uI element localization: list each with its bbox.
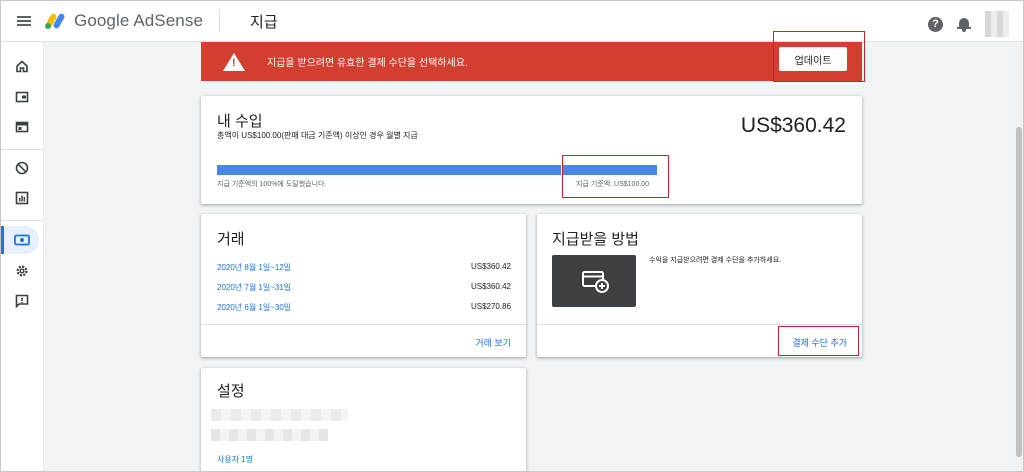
nav-rail <box>1 42 44 471</box>
add-card-illustration <box>552 255 636 307</box>
sites-icon[interactable] <box>14 119 30 135</box>
users-link[interactable]: 사용자 1명 <box>217 454 253 465</box>
earnings-card: 내 수입 총액이 US$100.00(판매 대금 기준액) 이상인 경우 월별 … <box>201 96 862 204</box>
scrollbar-thumb[interactable] <box>1016 127 1022 457</box>
account-avatar[interactable] <box>985 11 1009 37</box>
highlight-box <box>773 31 865 82</box>
adsense-logo-icon <box>44 12 67 30</box>
transaction-period-link[interactable]: 2020년 8월 1일~12일 <box>217 262 291 273</box>
payments-icon[interactable] <box>14 232 30 248</box>
payment-method-title: 지급받을 방법 <box>552 231 639 248</box>
help-icon[interactable]: ? <box>928 16 943 32</box>
warning-icon: ! <box>223 52 245 71</box>
alert-message: 지급을 받으려면 유효한 결제 수단을 선택하세요. <box>267 58 468 69</box>
transaction-amount: US$270.86 <box>470 302 511 311</box>
hamburger-menu-icon[interactable] <box>17 16 31 26</box>
payment-alert-banner: ! 지급을 받으려면 유효한 결제 수단을 선택하세요. <box>201 42 862 81</box>
settings-card: 설정 사용자 1명 <box>201 368 526 471</box>
transaction-amount: US$360.42 <box>470 282 511 291</box>
redacted-info <box>211 429 328 441</box>
table-row: 2020년 7월 1일~31일 US$360.42 <box>217 282 511 293</box>
page-title: 지급 <box>250 13 278 31</box>
table-row: 2020년 6월 1일~30일 US$270.86 <box>217 302 511 313</box>
rail-active-indicator <box>1 226 4 254</box>
page-scrollbar[interactable] <box>1015 42 1023 471</box>
payment-method-description: 수익을 지급받으려면 결제 수단을 추가하세요. <box>649 257 782 264</box>
feedback-icon[interactable] <box>14 293 30 309</box>
rail-divider <box>1 149 43 150</box>
header-actions: ? <box>928 11 1009 37</box>
card-divider <box>201 324 526 325</box>
transaction-period-link[interactable]: 2020년 7월 1일~31일 <box>217 282 291 293</box>
header-divider <box>219 9 221 33</box>
notifications-bell-icon[interactable] <box>957 17 971 32</box>
add-card-icon <box>582 271 609 293</box>
brand-name[interactable]: Google AdSense <box>74 11 203 31</box>
block-controls-icon[interactable] <box>14 160 30 176</box>
app-window: Google AdSense 지급 ? ! 지급을 받으려면 유효한 결제 수단… <box>0 0 1024 472</box>
reports-icon[interactable] <box>14 190 30 206</box>
threshold-description: 총액이 US$100.00(판매 대금 기준액) 이상인 경우 월별 지급 <box>217 131 418 140</box>
rail-divider <box>1 220 43 221</box>
highlight-box <box>562 155 669 198</box>
progress-caption: 지급 기준액의 100%에 도달했습니다. <box>217 181 327 188</box>
transaction-period-link[interactable]: 2020년 6월 1일~30일 <box>217 302 291 313</box>
highlight-box <box>778 326 859 356</box>
view-transactions-link[interactable]: 거래 보기 <box>475 336 511 349</box>
transaction-amount: US$360.42 <box>470 262 511 271</box>
settings-title: 설정 <box>217 383 245 400</box>
card-divider <box>537 324 862 325</box>
table-row: 2020년 8월 1일~12일 US$360.42 <box>217 262 511 273</box>
ads-icon[interactable] <box>14 89 30 105</box>
top-app-bar: Google AdSense 지급 ? <box>1 1 1023 42</box>
home-icon[interactable] <box>14 58 30 74</box>
redacted-info <box>211 409 348 421</box>
transactions-card: 거래 2020년 8월 1일~12일 US$360.42 2020년 7월 1일… <box>201 214 526 357</box>
settings-gear-icon[interactable] <box>14 263 30 279</box>
transactions-title: 거래 <box>217 231 245 248</box>
earnings-amount: US$360.42 <box>740 114 846 137</box>
earnings-title: 내 수입 <box>217 113 263 130</box>
